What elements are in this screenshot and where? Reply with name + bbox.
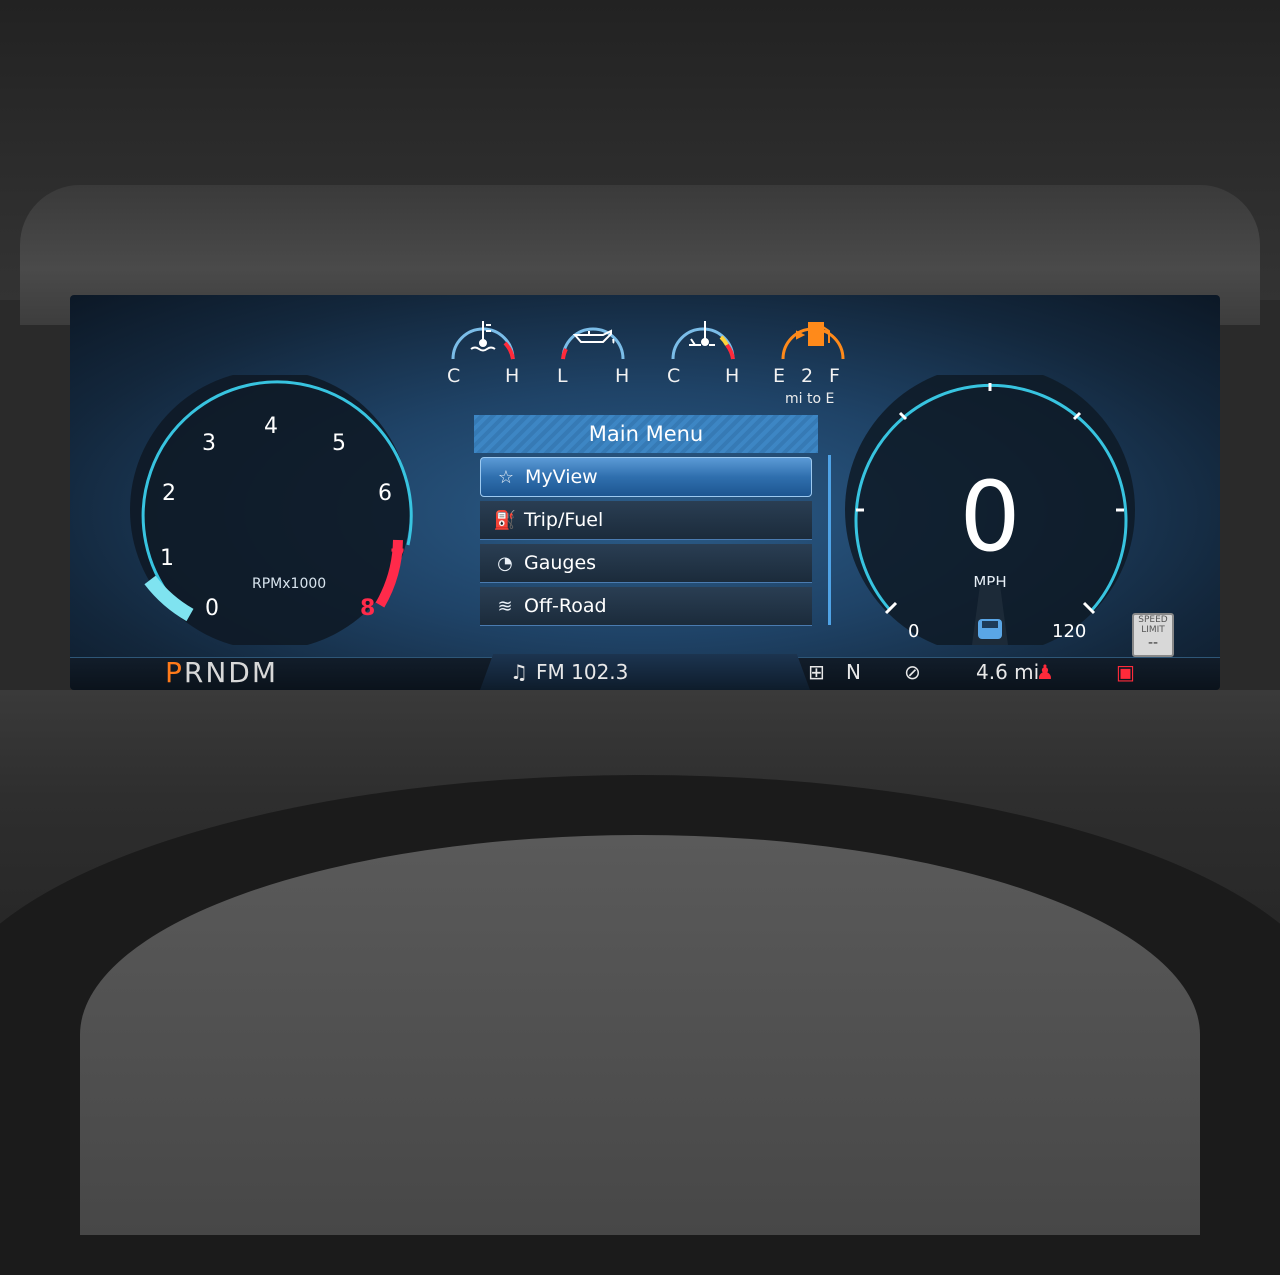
speed-limit-line2: LIMIT xyxy=(1141,625,1165,635)
off-road-icon: ≋ xyxy=(497,595,513,617)
fuel-empty-label: E xyxy=(773,365,786,387)
menu-item-label: Trip/Fuel xyxy=(524,509,604,531)
seatbelt-warning-icon: ♟ xyxy=(1036,660,1054,684)
trans-low-label: C xyxy=(667,365,681,387)
fuel-pump-icon xyxy=(796,322,830,346)
traction-off-icon: ⊘ xyxy=(904,660,921,684)
gear-active: P xyxy=(165,656,184,689)
tach-tick-0: 0 xyxy=(205,596,219,621)
radio-station: FM 102.3 xyxy=(536,660,629,684)
tach-unit-label: RPMx1000 xyxy=(252,576,326,592)
tach-tick-2: 2 xyxy=(162,481,176,506)
coolant-gauge: C H xyxy=(443,305,523,395)
gear-options: RNDM xyxy=(183,656,279,689)
speedometer: 0 MPH 0 120 xyxy=(845,375,1135,645)
gauge-icon: ◔ xyxy=(497,552,513,574)
door-ajar-icon: ▣ xyxy=(1116,660,1135,684)
transmission-temp-gauge: C H xyxy=(663,305,743,395)
menu-item-gauges[interactable]: ◔ Gauges xyxy=(480,544,812,583)
miles-to-empty-label: mi to E xyxy=(785,391,835,407)
trip-distance: 4.6 mi xyxy=(976,660,1040,684)
main-menu-title: Main Menu xyxy=(474,415,818,453)
gear-selector: PRNDM xyxy=(165,656,278,689)
fuel-value-label: 2 xyxy=(801,365,814,387)
speed-max-label: 120 xyxy=(1052,621,1086,642)
tach-tick-6: 6 xyxy=(378,481,392,506)
menu-item-label: Gauges xyxy=(524,552,597,574)
oil-low-label: L xyxy=(557,365,568,387)
menu-item-label: MyView xyxy=(525,466,598,488)
speed-limit-sign: SPEED LIMIT -- xyxy=(1132,613,1174,657)
steering-wheel-rim xyxy=(80,835,1200,1235)
status-bar: PRNDM ♫ FM 102.3 ⊞ N ⊘ 4.6 mi ♟ ▣ xyxy=(70,654,1220,690)
drivetrain-icon: ⊞ xyxy=(808,660,825,684)
instrument-cluster-display: C H L H C H E 2 F mi to E 0 1 2 3 4 5 6 … xyxy=(70,295,1220,690)
menu-item-off-road[interactable]: ≋ Off-Road xyxy=(480,587,812,626)
speed-min-label: 0 xyxy=(908,621,919,642)
tach-tick-3: 3 xyxy=(202,431,216,456)
speed-value: 0 xyxy=(959,461,1020,573)
tachometer: 0 1 2 3 4 5 6 7 8 RPMx1000 xyxy=(130,375,413,645)
star-icon: ☆ xyxy=(497,466,515,488)
transmission-temp-icon xyxy=(689,321,715,346)
tach-tick-4: 4 xyxy=(264,414,278,439)
oil-high-label: H xyxy=(615,365,630,387)
trans-high-label: H xyxy=(725,365,740,387)
tach-tick-1: 1 xyxy=(160,546,174,571)
menu-item-myview[interactable]: ☆ MyView xyxy=(480,457,812,497)
speed-limit-line1: SPEED xyxy=(1138,615,1168,625)
main-menu: Main Menu ☆ MyView ⛽ Trip/Fuel ◔ Gauges … xyxy=(474,415,818,626)
music-note-icon: ♫ xyxy=(510,660,528,684)
speed-limit-value: -- xyxy=(1147,635,1159,651)
coolant-temp-icon xyxy=(470,321,496,352)
tach-tick-8: 8 xyxy=(360,596,375,621)
tach-tick-7: 7 xyxy=(390,546,405,571)
menu-item-label: Off-Road xyxy=(524,595,607,617)
tach-tick-5: 5 xyxy=(332,431,346,456)
drive-mode-label: N xyxy=(846,660,861,684)
fuel-pump-icon: ⛽ xyxy=(493,509,517,531)
coolant-low-label: C xyxy=(447,365,461,387)
menu-item-trip-fuel[interactable]: ⛽ Trip/Fuel xyxy=(480,501,812,540)
radio-tab xyxy=(480,654,810,690)
coolant-high-label: H xyxy=(505,365,520,387)
oil-pressure-gauge: L H xyxy=(553,305,633,395)
